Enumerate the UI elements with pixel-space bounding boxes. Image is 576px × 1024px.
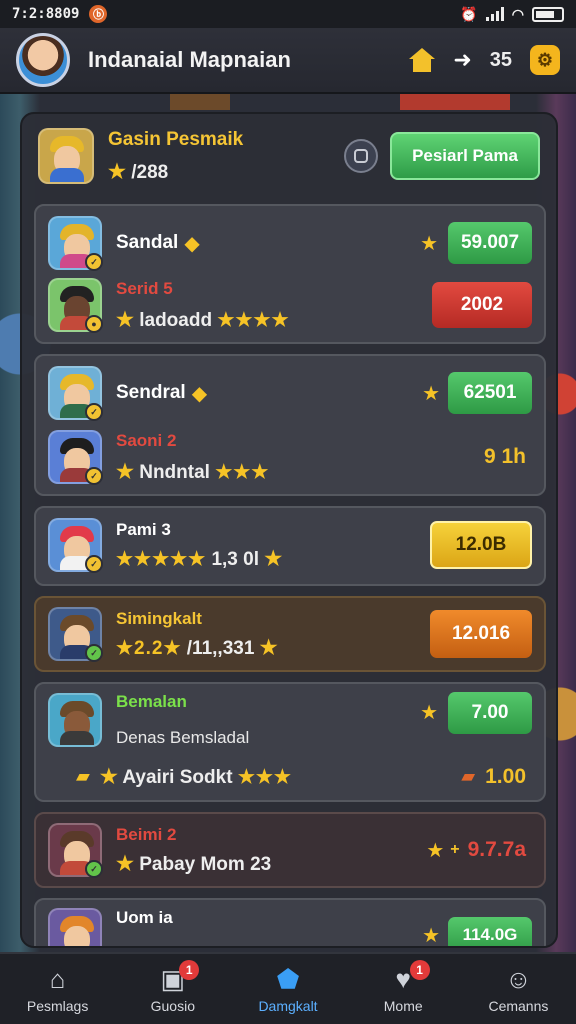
share-arrow-icon[interactable]: ➜ (453, 47, 471, 73)
alarm-icon: ⏰ (460, 5, 478, 22)
score-pill[interactable]: 12.016 (430, 610, 532, 658)
bandage-icon: ▰ (461, 766, 476, 786)
tab-label: Pesmlags (26, 998, 89, 1014)
user-icon: ☺ (505, 963, 532, 994)
player-avatar: ✓ (48, 823, 103, 878)
signal-icon (485, 7, 504, 21)
player-card[interactable]: ✓ Sendral ◆ ★ 62501 ✓ Saoni 2 ★ Nndntal … (34, 354, 546, 496)
value-text: 1.00 (485, 764, 526, 788)
player-avatar (48, 908, 102, 946)
player-card[interactable]: ✓ Beimi 2 ★ Pabay Mom 23 ★ + 9.7.7a (34, 812, 546, 888)
rating-stars: ★★★ (237, 767, 292, 788)
rating-stars: ★★★★★ (116, 548, 207, 570)
wifi-icon: ◠ (511, 5, 524, 22)
score-pill[interactable]: 59.007 (448, 222, 532, 264)
header-count: 35 (489, 48, 512, 71)
star-icon: ★ (420, 702, 438, 724)
plus-icon: + (450, 841, 460, 858)
play-button[interactable]: Pesiarl Pama (390, 132, 540, 180)
tab-label: Mome (383, 998, 423, 1014)
player-name: Simingkalt (116, 608, 202, 628)
player-stat: 1,3 0l (211, 548, 259, 570)
player-tag: Nndntal (139, 461, 210, 483)
player-tag: ladoadd (139, 309, 213, 331)
player-tag: Ayairi Sodkt (122, 767, 233, 788)
player-subname: Denas Bemsladal (116, 728, 250, 747)
rating-stars: ★2.2★ (116, 637, 182, 659)
featured-title: Gasin Pesmaik (108, 128, 244, 150)
leaderboard-panel: Gasin Pesmaik ★ /288 Pesiarl Pama ✓ Sand… (20, 112, 558, 948)
tab-home[interactable]: ⌂ Pesmlags (0, 954, 115, 1024)
player-avatar (48, 693, 102, 747)
home-icon[interactable] (409, 48, 436, 72)
gold-bar-icon: ▰ (76, 766, 90, 786)
app-header: Indanaial Mapnaian ➜ 35 ⚙ (0, 28, 576, 94)
page-title: Indanaial Mapnaian (88, 47, 291, 72)
notification-icon: ⓑ (89, 5, 108, 23)
player-avatar: ✓ (48, 607, 103, 662)
player-card[interactable]: ✓ Pami 3 ★★★★★ 1,3 0l ★ 12.0B (34, 506, 546, 586)
player-avatar: ● (48, 278, 103, 333)
player-name: Sandal (116, 232, 179, 253)
player-stat: /11,,331 (186, 637, 255, 659)
player-card[interactable]: Uom ia ★ 114.0G (34, 898, 546, 947)
tab-heart[interactable]: ♥ 1 Mome (346, 954, 461, 1024)
star-icon: ★ (426, 839, 445, 862)
tab-boost[interactable]: ▣ 1 Guosio (115, 954, 230, 1024)
player-name: Serid 5 (116, 278, 173, 298)
star-icon: ★ (420, 232, 438, 255)
player-name: Uom ia (116, 908, 173, 927)
rank-icon: ◆ (184, 232, 200, 255)
player-name: Pami 3 (116, 519, 171, 539)
player-card[interactable]: ✓ Sandal ◆ ★ 59.007 ● Serid 5 ★ ladoadd … (34, 204, 546, 344)
tab-profile[interactable]: ☺ Cemanns (461, 954, 576, 1024)
status-bar: 7:2:8809 ⓑ ⏰ ◠ (0, 0, 576, 28)
player-tag: Pabay Mom 23 (139, 853, 272, 875)
battery-icon (532, 6, 564, 22)
player-card[interactable]: ✓ Simingkalt ★2.2★ /11,,331 ★ 12.016 (34, 596, 546, 672)
score-pill[interactable]: 7.00 (448, 692, 532, 734)
player-name: Beimi 2 (116, 824, 177, 844)
tab-label: Guosio (150, 998, 195, 1014)
star-icon: ★ (422, 382, 440, 405)
player-avatar: ✓ (48, 366, 103, 421)
score-pill[interactable]: 12.0B (430, 521, 532, 569)
rating-stars: ★★★★ (217, 309, 290, 331)
player-avatar (38, 128, 94, 184)
score-pill[interactable]: 114.0G (448, 917, 532, 946)
bottom-tab-bar: ⌂ Pesmlags ▣ 1 Guosio ⬟ Damgkalt ♥ 1 Mom… (0, 952, 576, 1024)
home-icon: ⌂ (49, 963, 66, 994)
avatar[interactable] (16, 33, 70, 87)
player-avatar: ✓ (48, 430, 103, 485)
player-name: Saoni 2 (116, 430, 177, 450)
star-icon: ★ (422, 924, 440, 947)
player-name: Bemalan (116, 692, 187, 711)
player-card[interactable]: Bemalan Denas Bemsladal ★ 7.00 ▰ ★ Ayair… (34, 682, 546, 802)
tab-label: Cemanns (488, 998, 549, 1014)
shield-icon: ⬟ (276, 963, 300, 994)
rating-stars: ★★★ (215, 461, 270, 483)
star-icon: ★ (108, 160, 126, 183)
player-name: Sendral (116, 382, 186, 403)
status-right: ⏰ ◠ (460, 6, 564, 23)
player-avatar: ✓ (48, 518, 103, 573)
notification-badge: 1 (409, 960, 430, 980)
featured-player-card: Gasin Pesmaik ★ /288 Pesiarl Pama (22, 114, 556, 198)
score-pill[interactable]: 62501 (448, 372, 532, 414)
value-text: 9.7.7a (467, 838, 526, 861)
tab-label: Damgkalt (258, 998, 318, 1014)
notification-badge: 1 (179, 960, 200, 980)
gear-icon[interactable]: ⚙ (530, 45, 560, 75)
header-actions: ➜ 35 ⚙ (409, 45, 560, 75)
rank-icon: ◆ (191, 382, 208, 405)
tab-shield[interactable]: ⬟ Damgkalt (230, 954, 345, 1024)
player-avatar: ✓ (48, 216, 103, 271)
select-toggle[interactable] (344, 139, 378, 173)
score-pill[interactable]: 2002 (432, 282, 532, 328)
status-time: 7:2:8809 (12, 6, 80, 22)
time-value: 9 1h (483, 445, 526, 468)
featured-score: /288 (131, 161, 169, 183)
